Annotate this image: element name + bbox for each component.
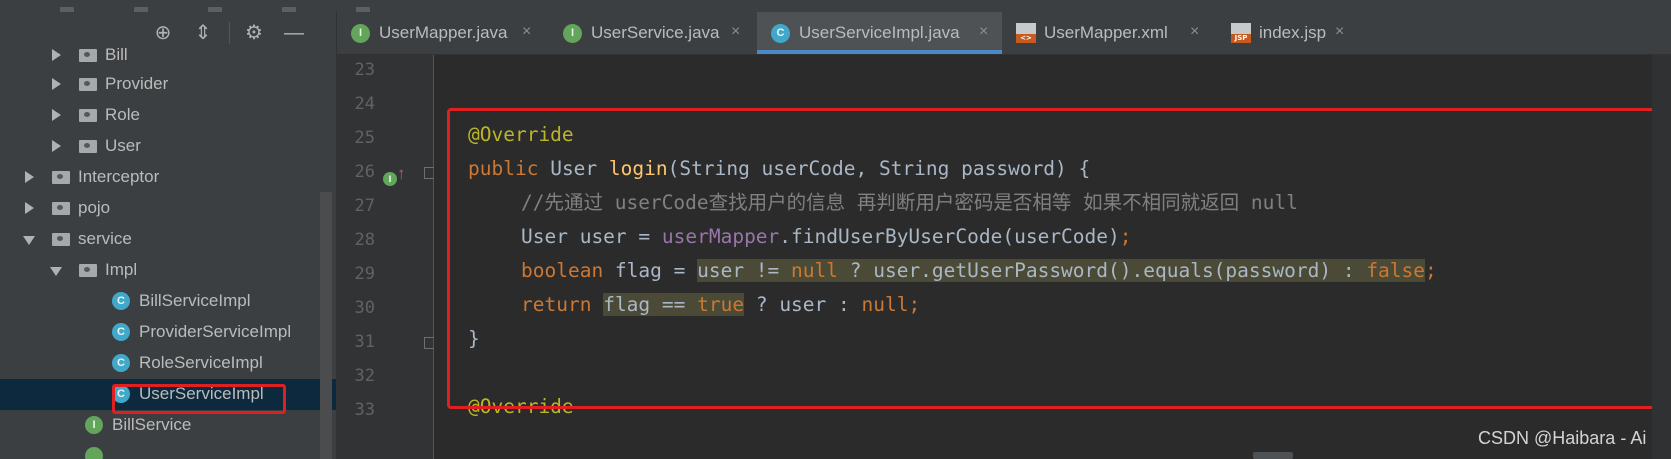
project-scrollbar[interactable] xyxy=(320,192,332,459)
interface-icon: I xyxy=(563,24,582,43)
expand-arrow-icon[interactable] xyxy=(52,49,61,61)
tree-item-label: service xyxy=(78,229,132,248)
class-icon: C xyxy=(112,354,130,372)
tree-item-partial xyxy=(0,441,336,459)
tab-userservice-java[interactable]: I UserService.java × xyxy=(549,12,757,54)
tree-item-impl[interactable]: Impl xyxy=(0,255,336,286)
tab-label: UserMapper.xml xyxy=(1044,23,1168,42)
tab-label: UserService.java xyxy=(591,23,720,42)
tree-item-label: BillServiceImpl xyxy=(139,291,251,310)
tree-item-label: User xyxy=(105,136,141,155)
line-number: 23 xyxy=(354,60,375,80)
package-folder-icon xyxy=(79,78,97,91)
tab-usermapper-java[interactable]: I UserMapper.java × xyxy=(337,12,549,54)
tree-item-user[interactable]: User xyxy=(0,131,336,162)
tab-index-jsp[interactable]: JSP index.jsp × xyxy=(1217,12,1359,54)
xml-file-icon: <> xyxy=(1016,23,1036,43)
tree-item-bill[interactable]: Bill xyxy=(0,40,336,71)
tree-item-label: Role xyxy=(105,105,140,124)
tree-item-label: Interceptor xyxy=(78,167,160,186)
navigate-up-arrow-icon[interactable]: ↑ xyxy=(397,164,406,184)
close-icon[interactable]: × xyxy=(731,23,740,41)
implements-gutter-icon[interactable]: I xyxy=(383,172,397,186)
tree-item-provider[interactable]: Provider xyxy=(0,69,336,100)
class-icon: C xyxy=(771,24,790,43)
expand-arrow-icon[interactable] xyxy=(25,171,34,183)
tree-item-label: Bill xyxy=(105,45,128,64)
tree-item-billservice[interactable]: I BillService xyxy=(0,410,336,441)
close-icon[interactable]: × xyxy=(1190,23,1199,41)
line-number: 32 xyxy=(354,366,375,386)
line-number: 31 xyxy=(354,332,375,352)
tree-item-label: BillService xyxy=(112,415,192,434)
line-number: 27 xyxy=(354,196,375,216)
tab-usermapper-xml[interactable]: <> UserMapper.xml × xyxy=(1002,12,1217,54)
tab-label: index.jsp xyxy=(1259,23,1327,42)
file-badge: JSP xyxy=(1231,34,1251,43)
editor-tab-bar: I UserMapper.java × I UserService.java ×… xyxy=(337,12,1671,55)
tab-label: UserMapper.java xyxy=(379,23,508,42)
class-icon: C xyxy=(112,292,130,310)
jsp-file-icon: JSP xyxy=(1231,23,1251,43)
expand-arrow-icon[interactable] xyxy=(52,140,61,152)
tree-item-label: ProviderServiceImpl xyxy=(139,322,292,341)
editor-scrollbar[interactable] xyxy=(1652,55,1671,459)
close-icon[interactable]: × xyxy=(979,23,988,41)
package-folder-icon xyxy=(79,140,97,153)
tree-item-label: pojo xyxy=(78,198,111,217)
interface-icon xyxy=(85,447,103,459)
collapse-arrow-icon[interactable] xyxy=(23,236,35,245)
tab-userserviceimpl-java[interactable]: C UserServiceImpl.java × xyxy=(757,12,1002,54)
tree-item-billserviceimpl[interactable]: C BillServiceImpl xyxy=(0,286,336,317)
package-folder-icon xyxy=(79,264,97,277)
collapse-arrow-icon[interactable] xyxy=(50,267,62,276)
selection-highlight-box xyxy=(112,384,286,414)
package-folder-icon xyxy=(52,171,70,184)
close-icon[interactable]: × xyxy=(522,23,531,41)
tree-item-roleserviceimpl[interactable]: C RoleServiceImpl xyxy=(0,348,336,379)
interface-icon: I xyxy=(351,24,370,43)
line-number: 33 xyxy=(354,400,375,420)
close-icon[interactable]: × xyxy=(1335,23,1344,41)
editor-gutter: 23 24 25 26 27 28 29 30 31 32 33 xyxy=(337,55,436,459)
tree-item-label: Provider xyxy=(105,74,169,93)
line-number: 25 xyxy=(354,128,375,148)
expand-arrow-icon[interactable] xyxy=(52,78,61,90)
watermark-text: CSDN @Haibara - Ai xyxy=(1478,428,1647,448)
class-icon: C xyxy=(112,323,130,341)
tab-label: UserServiceImpl.java xyxy=(799,23,960,42)
expand-arrow-icon[interactable] xyxy=(52,109,61,121)
line-number: 28 xyxy=(354,230,375,250)
scroll-indicator xyxy=(1253,452,1293,459)
tree-item-service[interactable]: service xyxy=(0,224,336,255)
package-folder-icon xyxy=(52,202,70,215)
expand-arrow-icon[interactable] xyxy=(25,202,34,214)
tree-item-label: Impl xyxy=(105,260,138,279)
file-badge: <> xyxy=(1016,34,1036,43)
tree-item-label: RoleServiceImpl xyxy=(139,353,263,372)
tree-item-role[interactable]: Role xyxy=(0,100,336,131)
line-number: 29 xyxy=(354,264,375,284)
package-folder-icon xyxy=(79,109,97,122)
tree-item-providerserviceimpl[interactable]: C ProviderServiceImpl xyxy=(0,317,336,348)
code-highlight-box xyxy=(447,108,1661,409)
package-folder-icon xyxy=(52,233,70,246)
line-number: 30 xyxy=(354,298,375,318)
tree-item-pojo[interactable]: pojo xyxy=(0,193,336,224)
interface-icon: I xyxy=(85,416,103,434)
package-folder-icon xyxy=(79,49,97,62)
line-number: 24 xyxy=(354,94,375,114)
line-number: 26 xyxy=(354,162,375,182)
tree-item-interceptor[interactable]: Interceptor xyxy=(0,162,336,193)
